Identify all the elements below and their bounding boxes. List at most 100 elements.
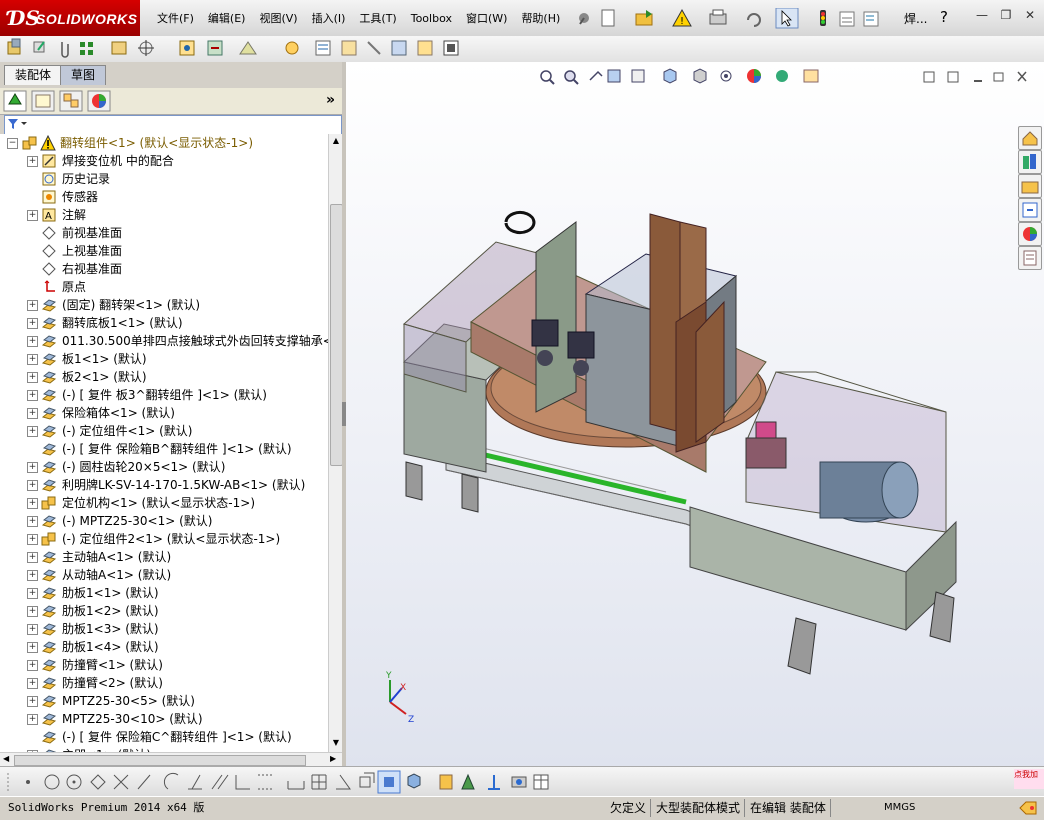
insert-components-icon[interactable]: [7, 38, 21, 55]
tree-expand-icon[interactable]: +: [27, 660, 38, 671]
tree-expand-icon[interactable]: +: [27, 516, 38, 527]
smart-fasteners-icon[interactable]: [111, 41, 127, 55]
solidworks-logo[interactable]: ƊS SOLIDWORKS: [0, 0, 140, 36]
tree-expand-icon[interactable]: +: [27, 336, 38, 347]
horizontal-vertical-icon[interactable]: [235, 775, 250, 790]
reference-geometry-icon[interactable]: [239, 41, 257, 55]
tangent-icon[interactable]: [163, 772, 179, 790]
rebuild-warning-icon[interactable]: !: [672, 8, 692, 27]
move-triad-icon[interactable]: [488, 775, 500, 790]
traffic-light-icon[interactable]: [820, 10, 826, 26]
tree-expand-icon[interactable]: +: [27, 156, 38, 167]
tree-expand-icon[interactable]: +: [27, 318, 38, 329]
minimize-icon[interactable]: —: [974, 8, 990, 22]
move-component-icon[interactable]: [138, 40, 154, 56]
file-properties-icon[interactable]: [863, 11, 879, 27]
display-manager-icon[interactable]: [87, 90, 111, 112]
scroll-up-icon[interactable]: ▲: [331, 136, 341, 146]
help-icon[interactable]: ?: [940, 8, 948, 26]
dimension-icon[interactable]: [287, 781, 305, 790]
intersection-icon[interactable]: [113, 774, 129, 790]
menu-help[interactable]: 帮助(H): [514, 10, 567, 28]
tree-root-row[interactable]: − 翻转组件<1> (默认<显示状态-1>): [0, 134, 328, 152]
tree-expand-icon[interactable]: +: [27, 390, 38, 401]
new-document-icon[interactable]: [601, 9, 615, 27]
interference-detection-icon[interactable]: [391, 40, 407, 56]
print-icon[interactable]: [709, 9, 727, 25]
paperclip-icon[interactable]: [61, 42, 69, 58]
scroll-right-icon[interactable]: ▶: [330, 754, 336, 763]
undo-icon[interactable]: [747, 13, 761, 27]
feature-manager-icon[interactable]: [3, 90, 27, 112]
tree-vertical-scrollbar[interactable]: ▲ ▼: [328, 134, 343, 752]
open-folder-icon[interactable]: [635, 10, 653, 26]
menu-toolbox[interactable]: Toolbox: [404, 10, 459, 28]
clearance-verification-icon[interactable]: [417, 40, 433, 56]
quadrant-point-icon[interactable]: [90, 774, 106, 790]
scroll-left-icon[interactable]: ◀: [3, 754, 9, 763]
tree-expand-icon[interactable]: +: [27, 588, 38, 599]
options-icon[interactable]: [839, 11, 855, 27]
grid-icon[interactable]: [311, 774, 327, 790]
active-view-icon[interactable]: [377, 770, 401, 794]
tree-expand-icon[interactable]: +: [27, 300, 38, 311]
axis-triad[interactable]: Y X Z: [385, 671, 414, 725]
mass-properties-icon[interactable]: [461, 773, 475, 790]
table-icon[interactable]: [533, 774, 549, 790]
menu-file[interactable]: 文件(F): [150, 10, 201, 28]
assembly-features-icon[interactable]: [207, 40, 223, 56]
restore-icon[interactable]: ❐: [998, 8, 1014, 22]
3d-box-icon[interactable]: [359, 772, 375, 788]
tree-expand-icon[interactable]: +: [27, 714, 38, 725]
tree-expand-icon[interactable]: +: [27, 696, 38, 707]
bill-of-materials-icon[interactable]: [315, 40, 331, 56]
tree-expand-icon[interactable]: +: [27, 408, 38, 419]
linear-pattern-icon[interactable]: [80, 42, 93, 55]
tree-expand-icon[interactable]: +: [27, 210, 38, 221]
tree-expand-icon[interactable]: +: [27, 552, 38, 563]
tab-sketch[interactable]: 草图: [60, 65, 107, 85]
pane-expand-icon[interactable]: »: [326, 92, 335, 108]
assembly-model[interactable]: Y X Z: [346, 62, 1044, 766]
mate-icon[interactable]: [33, 41, 45, 53]
parallel-icon[interactable]: [211, 774, 229, 790]
view-cube-icon[interactable]: [407, 773, 421, 789]
close-icon[interactable]: ✕: [1022, 8, 1038, 22]
tree-filter-input[interactable]: [4, 115, 342, 135]
select-cursor-icon[interactable]: [775, 8, 799, 29]
scroll-down-icon[interactable]: ▼: [331, 738, 341, 748]
grid-snap-icon[interactable]: [258, 774, 272, 790]
status-tag-icon[interactable]: [1018, 800, 1040, 816]
tree-expand-icon[interactable]: +: [27, 480, 38, 491]
property-manager-icon[interactable]: [31, 90, 55, 112]
tree-expand-icon[interactable]: +: [27, 354, 38, 365]
measure-icon[interactable]: [439, 774, 453, 790]
exploded-view-icon[interactable]: [341, 40, 357, 56]
angle-icon[interactable]: [336, 774, 351, 790]
tree-expand-icon[interactable]: +: [27, 462, 38, 473]
tree-expand-icon[interactable]: +: [27, 606, 38, 617]
configuration-manager-icon[interactable]: [59, 90, 83, 112]
tree-expand-icon[interactable]: +: [27, 624, 38, 635]
circle-snap-icon[interactable]: [44, 774, 60, 790]
tree-expand-icon[interactable]: +: [27, 570, 38, 581]
point-icon[interactable]: [26, 780, 30, 784]
tab-assembly[interactable]: 装配体: [4, 65, 63, 85]
tree-root-collapse-icon[interactable]: −: [7, 138, 18, 149]
menu-edit[interactable]: 编辑(E): [201, 10, 253, 28]
center-point-icon[interactable]: [66, 774, 82, 790]
tree-horizontal-scrollbar[interactable]: ◀ ▶: [0, 752, 342, 767]
tree-expand-icon[interactable]: +: [27, 678, 38, 689]
new-motion-study-icon[interactable]: [285, 41, 299, 55]
promo-badge[interactable]: 点我加: [1014, 769, 1044, 789]
assembly-visualization-icon[interactable]: [443, 40, 459, 56]
menu-view[interactable]: 视图(V): [252, 10, 304, 28]
show-hidden-icon[interactable]: [179, 40, 195, 56]
hscroll-thumb[interactable]: [14, 755, 306, 766]
status-units[interactable]: MMGS: [880, 799, 919, 817]
camera-icon[interactable]: [511, 776, 527, 788]
menu-window[interactable]: 窗口(W): [459, 10, 514, 28]
explode-line-sketch-icon[interactable]: [367, 41, 381, 55]
pin-icon[interactable]: [579, 13, 589, 25]
tree-expand-icon[interactable]: +: [27, 426, 38, 437]
